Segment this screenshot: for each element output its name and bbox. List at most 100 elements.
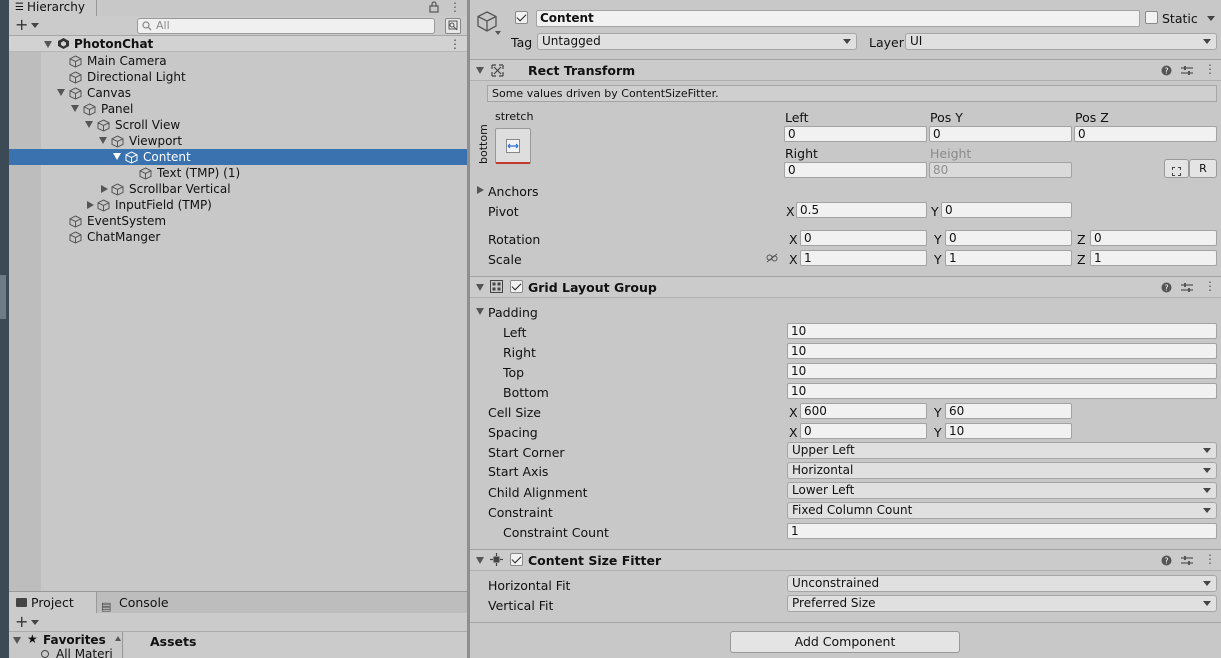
foldout-arrow-icon[interactable] <box>477 186 484 194</box>
chevron-down-icon[interactable] <box>31 23 39 28</box>
scale-x-label: X <box>789 252 798 267</box>
scene-menu-icon[interactable]: ⋮ <box>449 36 461 52</box>
foldout-arrow-icon[interactable] <box>57 89 65 96</box>
scene-visibility-icon[interactable] <box>445 18 461 34</box>
lock-icon[interactable] <box>429 1 439 13</box>
spacing-x-field[interactable]: 0 <box>800 423 927 439</box>
left-field[interactable]: 0 <box>784 126 927 142</box>
posy-field[interactable]: 0 <box>929 126 1072 142</box>
horizontal-fit-dropdown[interactable]: Unconstrained <box>787 575 1217 592</box>
add-icon[interactable]: + <box>15 16 28 34</box>
hierarchy-item-viewport[interactable]: Viewport <box>9 133 467 149</box>
preset-sliders-icon[interactable] <box>1181 555 1193 566</box>
add-icon[interactable]: + <box>15 613 28 631</box>
tab-project[interactable]: Project <box>9 592 97 613</box>
hierarchy-item-eventsystem[interactable]: EventSystem <box>9 213 467 229</box>
start-corner-value: Upper Left <box>792 443 855 457</box>
scrollbar-up-arrow-icon[interactable] <box>115 636 121 641</box>
hierarchy-search-input[interactable]: All <box>137 18 435 34</box>
hierarchy-item-inputfield[interactable]: InputField (TMP) <box>9 197 467 213</box>
hierarchy-item-scroll-view[interactable]: Scroll View <box>9 117 467 133</box>
svg-text:?: ? <box>1164 67 1168 76</box>
hierarchy-item-canvas[interactable]: Canvas <box>9 85 467 101</box>
kebab-menu-icon[interactable]: ⋮ <box>449 0 461 14</box>
constraint-dropdown[interactable]: Fixed Column Count <box>787 502 1217 519</box>
vertical-fit-dropdown[interactable]: Preferred Size <box>787 595 1217 612</box>
spacing-y-field[interactable]: 10 <box>945 423 1072 439</box>
link-icon[interactable] <box>766 253 778 263</box>
posz-field[interactable]: 0 <box>1074 126 1217 142</box>
pivot-y-field[interactable]: 0 <box>941 202 1072 218</box>
start-corner-dropdown[interactable]: Upper Left <box>787 442 1217 459</box>
help-icon[interactable]: ? <box>1161 65 1172 76</box>
foldout-arrow-icon[interactable] <box>99 137 107 144</box>
hierarchy-item-scrollbar-vertical[interactable]: Scrollbar Vertical <box>9 181 467 197</box>
scale-x-field[interactable]: 1 <box>800 250 927 266</box>
grid-layout-header[interactable]: Grid Layout Group ? ⋮ <box>470 276 1221 298</box>
foldout-arrow-icon[interactable] <box>85 121 93 128</box>
raw-edit-button[interactable]: R <box>1189 159 1217 178</box>
scale-z-field[interactable]: 1 <box>1090 250 1217 266</box>
hierarchy-item-panel[interactable]: Panel <box>9 101 467 117</box>
blueprint-mode-button[interactable] <box>1164 159 1189 178</box>
help-icon[interactable]: ? <box>1161 282 1172 293</box>
tab-console[interactable]: ▤ Console <box>97 592 187 613</box>
anchor-presets-button[interactable] <box>495 128 531 164</box>
scene-row[interactable]: PhotonChat ⋮ <box>9 36 467 52</box>
hierarchy-tab[interactable]: ☰ Hierarchy <box>9 0 97 16</box>
padding-left-field[interactable]: 10 <box>787 323 1217 339</box>
layer-dropdown[interactable]: UI <box>905 33 1217 50</box>
foldout-arrow-icon[interactable] <box>44 41 52 48</box>
rect-transform-header[interactable]: Rect Transform ? ⋮ <box>470 59 1221 81</box>
active-checkbox[interactable] <box>515 11 528 24</box>
foldout-arrow-icon[interactable] <box>476 284 484 291</box>
rotation-z-field[interactable]: 0 <box>1090 230 1217 246</box>
cell-size-y-field[interactable]: 60 <box>945 403 1072 419</box>
preset-sliders-icon[interactable] <box>1181 282 1193 293</box>
component-menu-icon[interactable]: ⋮ <box>1204 552 1216 566</box>
static-checkbox[interactable] <box>1145 11 1158 24</box>
rotation-x-label: X <box>789 232 798 247</box>
foldout-arrow-icon[interactable] <box>71 105 79 112</box>
tag-dropdown[interactable]: Untagged <box>537 33 857 50</box>
padding-bottom-field[interactable]: 10 <box>787 383 1217 399</box>
padding-top-field[interactable]: 10 <box>787 363 1217 379</box>
component-menu-icon[interactable]: ⋮ <box>1204 279 1216 293</box>
cell-size-x-field[interactable]: 600 <box>800 403 927 419</box>
anchors-label[interactable]: Anchors <box>488 184 539 199</box>
content-size-fitter-enabled-checkbox[interactable] <box>510 553 523 566</box>
pivot-x-field[interactable]: 0.5 <box>796 202 927 218</box>
rotation-y-field[interactable]: 0 <box>945 230 1072 246</box>
padding-right-field[interactable]: 10 <box>787 343 1217 359</box>
child-alignment-dropdown[interactable]: Lower Left <box>787 482 1217 499</box>
hierarchy-item-main-camera[interactable]: Main Camera <box>9 53 467 69</box>
component-menu-icon[interactable]: ⋮ <box>1204 62 1216 76</box>
hierarchy-item-text-tmp[interactable]: Text (TMP) (1) <box>9 165 467 181</box>
hierarchy-item-content[interactable]: Content <box>9 149 467 165</box>
chevron-down-icon[interactable] <box>495 31 501 35</box>
foldout-arrow-icon[interactable] <box>87 201 94 209</box>
foldout-arrow-icon[interactable] <box>476 557 484 564</box>
foldout-arrow-icon[interactable] <box>476 67 484 74</box>
foldout-arrow-icon[interactable] <box>101 185 108 193</box>
hierarchy-item-directional-light[interactable]: Directional Light <box>9 69 467 85</box>
static-dropdown-icon[interactable] <box>1207 16 1215 21</box>
chevron-down-icon[interactable] <box>31 620 39 625</box>
padding-label[interactable]: Padding <box>488 305 538 320</box>
right-field[interactable]: 0 <box>784 162 927 178</box>
help-icon[interactable]: ? <box>1161 555 1172 566</box>
foldout-arrow-icon[interactable] <box>113 153 121 160</box>
foldout-arrow-icon[interactable] <box>476 308 484 315</box>
constraint-count-field[interactable]: 1 <box>787 523 1217 539</box>
object-name-field[interactable]: Content <box>536 10 1140 27</box>
add-component-button[interactable]: Add Component <box>730 631 960 653</box>
hierarchy-item-chatmanger[interactable]: ChatManger <box>9 229 467 245</box>
foldout-arrow-icon[interactable] <box>13 637 21 644</box>
preset-sliders-icon[interactable] <box>1181 65 1193 76</box>
content-size-fitter-header[interactable]: Content Size Fitter ? ⋮ <box>470 549 1221 571</box>
favorites-item[interactable]: All Materi <box>56 647 113 658</box>
grid-layout-enabled-checkbox[interactable] <box>510 280 523 293</box>
start-axis-dropdown[interactable]: Horizontal <box>787 462 1217 479</box>
scale-y-field[interactable]: 1 <box>945 250 1072 266</box>
rotation-x-field[interactable]: 0 <box>800 230 927 246</box>
